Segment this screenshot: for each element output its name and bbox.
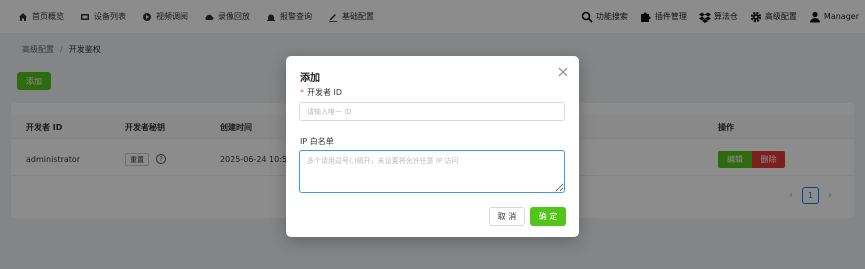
modal-title: 添加 — [300, 73, 320, 84]
developer-id-label: * 开发者 ID — [300, 87, 342, 98]
ip-whitelist-textarea[interactable] — [299, 150, 565, 193]
close-icon[interactable] — [557, 66, 569, 78]
required-mark: * — [300, 88, 304, 97]
confirm-button[interactable]: 确 定 — [530, 207, 566, 226]
developer-id-label-text: 开发者 ID — [307, 88, 343, 97]
add-developer-modal: 添加 *开发者 ID IP 白名单 取 消 确 定 — [286, 56, 579, 237]
developer-id-input[interactable] — [299, 102, 565, 121]
ip-whitelist-label: IP 白名单 — [300, 137, 334, 146]
cancel-button[interactable]: 取 消 — [489, 207, 525, 226]
